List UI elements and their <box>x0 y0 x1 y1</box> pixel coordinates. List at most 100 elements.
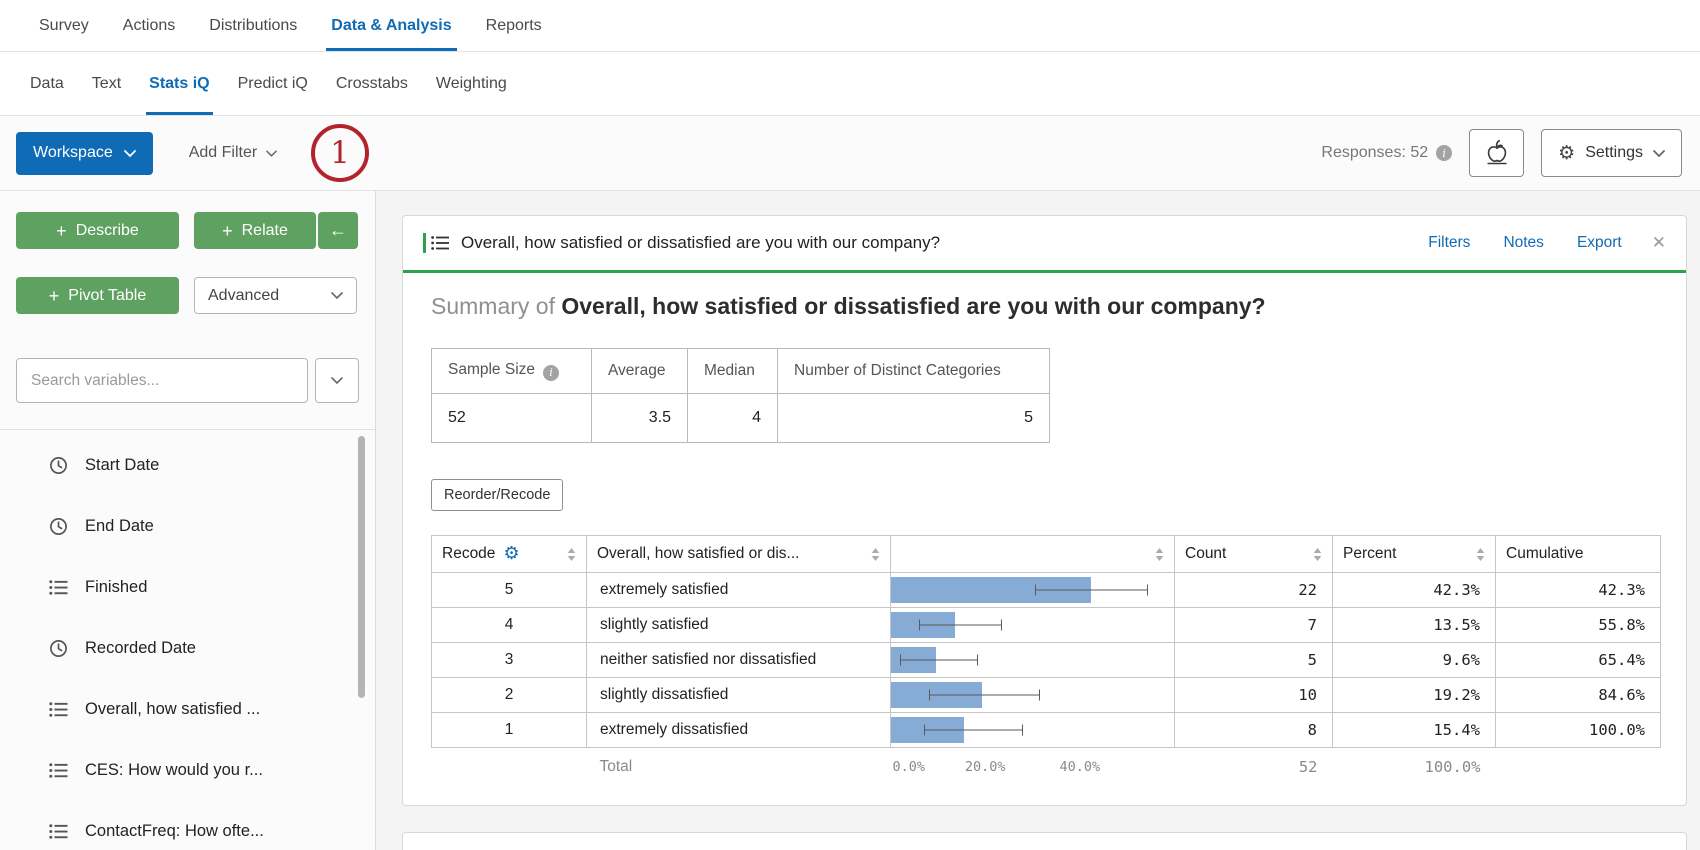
summary-header-average: Average <box>592 349 688 394</box>
summary-prefix: Summary of <box>431 293 561 319</box>
sidebar-scrollbar[interactable] <box>358 436 365 698</box>
chevron-down-icon <box>331 292 343 299</box>
variable-label: Start Date <box>85 456 159 475</box>
sub-nav-item-weighting[interactable]: Weighting <box>422 52 521 115</box>
sub-nav-item-text[interactable]: Text <box>78 52 135 115</box>
add-filter-button[interactable]: Add Filter <box>189 144 277 162</box>
gear-icon: ⚙ <box>1558 144 1575 163</box>
primary-nav: Survey Actions Distributions Data & Anal… <box>0 0 1700 52</box>
training-resources-button[interactable] <box>1469 129 1524 177</box>
variable-label: ContactFreq: How ofte... <box>85 822 264 841</box>
relate-button-label: Relate <box>242 222 288 240</box>
variable-item-ces-how-would-you-r[interactable]: CES: How would you r... <box>16 740 359 801</box>
frequency-table-row: 3 neither satisfied nor dissatisfied 5 9… <box>432 643 1661 678</box>
variable-type-accent <box>423 233 426 253</box>
total-row-spacer <box>432 748 587 787</box>
frequency-table: Recode ⚙ Overall, how satisfied or dis..… <box>431 535 1661 787</box>
info-icon[interactable]: i <box>1436 145 1452 161</box>
category-label: slightly satisfied <box>587 608 891 643</box>
toolbar-right-group: Responses: 52 i ⚙ Settings <box>1321 129 1682 177</box>
cumulative-value: 55.8% <box>1496 608 1661 643</box>
summary-header-sample-size: Sample Sizei <box>432 349 592 394</box>
variable-list: Start Date End Date Finished Recorded Da… <box>16 430 359 850</box>
top-nav-item-data-analysis[interactable]: Data & Analysis <box>314 0 468 51</box>
percent-value: 13.5% <box>1333 608 1496 643</box>
column-header-recode[interactable]: Recode ⚙ <box>432 536 587 573</box>
question-type-icon <box>423 233 449 253</box>
collapse-sidebar-button[interactable]: ← <box>318 212 358 249</box>
describe-button[interactable]: + Describe <box>16 212 179 249</box>
frequency-table-row: 1 extremely dissatisfied 8 15.4% 100.0% <box>432 713 1661 748</box>
error-bar <box>929 690 1040 701</box>
chevron-down-icon <box>331 377 343 384</box>
cumulative-value: 84.6% <box>1496 678 1661 713</box>
annotation-circle-1: 1 <box>311 124 369 182</box>
plus-icon: + <box>49 287 60 305</box>
sub-nav-item-data[interactable]: Data <box>16 52 78 115</box>
responses-count: Responses: 52 i <box>1321 144 1452 162</box>
card-link-filters[interactable]: Filters <box>1428 234 1470 252</box>
sort-icon <box>871 548 880 561</box>
variable-item-recorded-date[interactable]: Recorded Date <box>16 618 359 679</box>
workspace-button[interactable]: Workspace <box>16 132 153 175</box>
variable-item-start-date[interactable]: Start Date <box>16 435 359 496</box>
advanced-dropdown[interactable]: Advanced <box>194 277 357 314</box>
search-variables-input[interactable] <box>16 358 308 403</box>
summary-header-distinct-categories: Number of Distinct Categories <box>778 349 1050 394</box>
variable-label: Recorded Date <box>85 639 196 658</box>
count-value: 7 <box>1175 608 1333 643</box>
axis-tick: 20.0% <box>965 759 1006 775</box>
percent-value: 15.4% <box>1333 713 1496 748</box>
close-icon[interactable]: ✕ <box>1652 233 1666 253</box>
variable-item-contactfreq-how-ofte[interactable]: ContactFreq: How ofte... <box>16 801 359 850</box>
pivot-table-button[interactable]: + Pivot Table <box>16 277 179 314</box>
list-icon <box>49 823 68 840</box>
search-options-dropdown[interactable] <box>315 358 359 403</box>
relate-button[interactable]: + Relate <box>194 212 316 249</box>
sort-icon <box>567 548 576 561</box>
total-cumulative-empty <box>1496 748 1661 787</box>
plus-icon: + <box>56 222 67 240</box>
top-nav-item-survey[interactable]: Survey <box>22 0 106 51</box>
total-label: Total <box>587 748 891 787</box>
variable-item-overall-how-satisfied[interactable]: Overall, how satisfied ... <box>16 679 359 740</box>
responses-label: Responses: 52 <box>1321 144 1428 162</box>
percent-axis: 0.0% 20.0% 40.0% <box>891 748 1175 787</box>
info-icon[interactable]: i <box>543 365 559 381</box>
summary-heading: Summary of Overall, how satisfied or dis… <box>431 293 1658 320</box>
variable-item-finished[interactable]: Finished <box>16 557 359 618</box>
reorder-recode-button[interactable]: Reorder/Recode <box>431 479 563 511</box>
top-nav-item-reports[interactable]: Reports <box>469 0 559 51</box>
card-link-notes[interactable]: Notes <box>1503 234 1544 252</box>
column-header-count[interactable]: Count <box>1175 536 1333 573</box>
recode-value: 4 <box>432 608 587 643</box>
sub-nav-item-predict-iq[interactable]: Predict iQ <box>224 52 322 115</box>
top-nav-item-distributions[interactable]: Distributions <box>192 0 314 51</box>
sort-icon <box>1155 548 1164 561</box>
recode-value: 3 <box>432 643 587 678</box>
column-header-percent[interactable]: Percent <box>1333 536 1496 573</box>
plus-icon: + <box>222 222 233 240</box>
recode-settings-gear-icon[interactable]: ⚙ <box>503 545 519 563</box>
arrow-left-icon: ← <box>329 220 347 241</box>
column-header-bar-chart[interactable] <box>891 536 1175 573</box>
column-header-cumulative[interactable]: Cumulative <box>1496 536 1661 573</box>
cumulative-value: 42.3% <box>1496 573 1661 608</box>
top-nav-item-actions[interactable]: Actions <box>106 0 192 51</box>
settings-button[interactable]: ⚙ Settings <box>1541 129 1682 177</box>
category-label: extremely satisfied <box>587 573 891 608</box>
percent-value: 19.2% <box>1333 678 1496 713</box>
stats-iq-toolbar: Workspace Add Filter 1 Responses: 52 i <box>0 116 1700 191</box>
variable-item-end-date[interactable]: End Date <box>16 496 359 557</box>
bar-chart-cell <box>891 678 1175 713</box>
axis-tick: 0.0% <box>893 759 926 775</box>
card-link-export[interactable]: Export <box>1577 234 1622 252</box>
cumulative-value: 65.4% <box>1496 643 1661 678</box>
percent-value: 42.3% <box>1333 573 1496 608</box>
frequency-table-row: 4 slightly satisfied 7 13.5% 55.8% <box>432 608 1661 643</box>
column-header-question[interactable]: Overall, how satisfied or dis... <box>587 536 891 573</box>
sidebar-actions-row-1: + Describe + Relate ← <box>16 212 359 249</box>
sub-nav-item-stats-iq[interactable]: Stats iQ <box>135 52 223 115</box>
content-area: + Describe + Relate ← + Pivot Table Adva… <box>0 191 1700 850</box>
sub-nav-item-crosstabs[interactable]: Crosstabs <box>322 52 422 115</box>
